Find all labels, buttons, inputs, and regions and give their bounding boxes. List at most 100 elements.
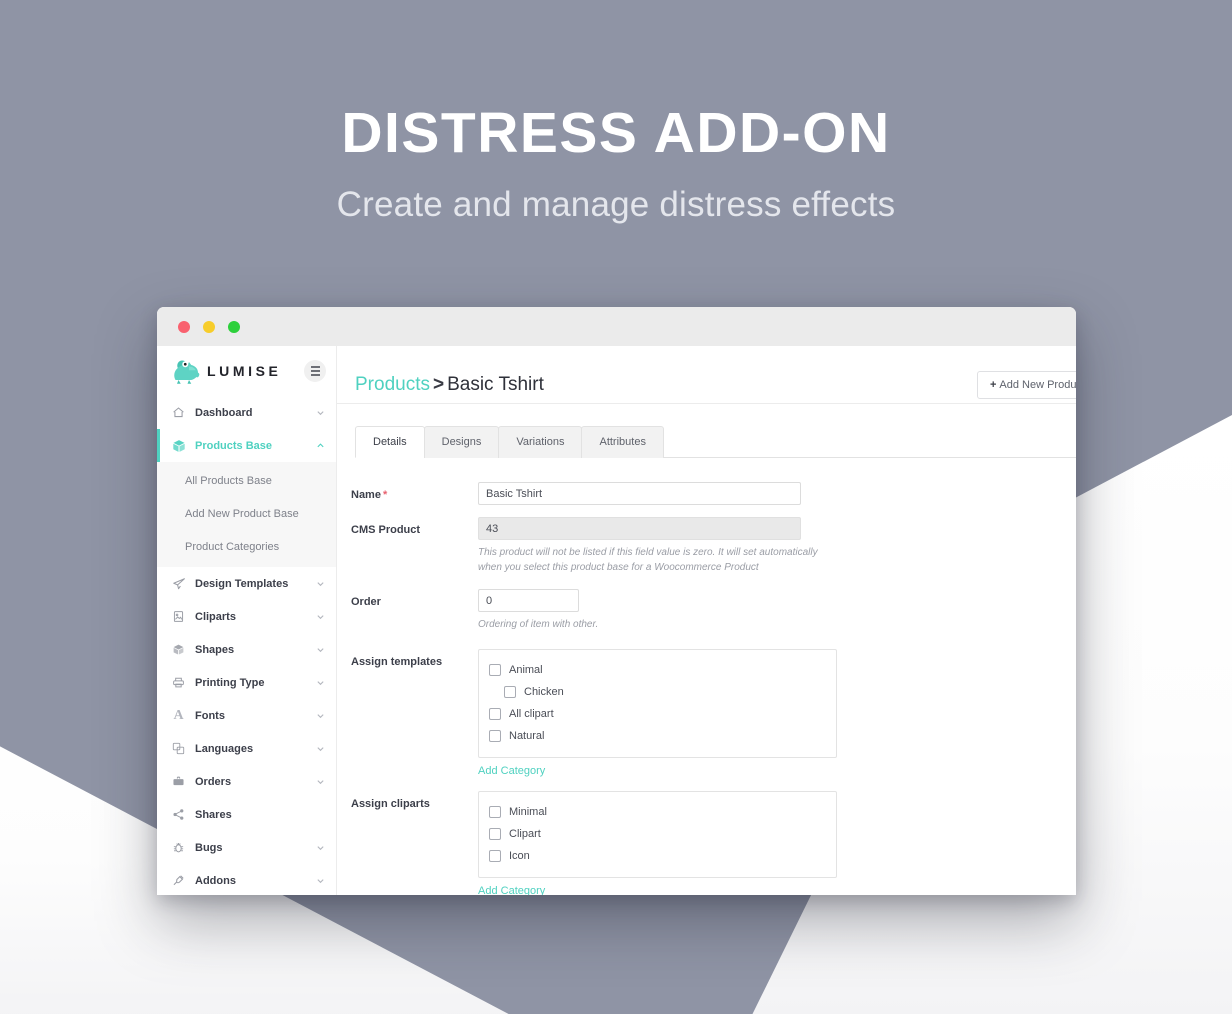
checkbox-minimal[interactable]: Minimal [489,801,826,823]
assign-templates-label: Assign templates [351,655,443,668]
checkbox-label: Natural [509,729,545,742]
chevron-down-icon [316,843,325,852]
checkbox-animal[interactable]: Animal [489,659,826,681]
breadcrumb: Products > Basic Tshirt [355,374,544,396]
maximize-dot[interactable] [228,320,240,333]
chevron-down-icon [316,876,325,885]
checkbox-chicken[interactable]: Chicken [489,681,826,703]
checkbox-all-clipart[interactable]: All clipart [489,703,826,725]
chevron-down-icon [316,612,325,621]
tab-attributes[interactable]: Attributes [581,426,664,458]
minimize-dot[interactable] [203,320,215,333]
checkbox-label: All clipart [509,707,554,720]
sidebar-item-shares[interactable]: Shares [157,798,336,831]
sidebar-item-label: Languages [195,742,254,755]
checkbox-box-icon[interactable] [489,707,501,720]
products-base-submenu: All Products Base Add New Product Base P… [157,462,336,567]
checkbox-label: Clipart [509,827,541,840]
plug-icon [171,873,186,888]
briefcase-icon [171,774,186,789]
assign-templates-panel: Animal Chicken All clipart Natural [478,648,837,758]
sidebar-item-dashboard[interactable]: Dashboard [157,396,336,429]
main-content: Products>Basic Tshirt +Add New Product D… [337,346,1076,895]
checkbox-icon[interactable]: Icon [489,845,826,867]
breadcrumb-root-link[interactable]: Products [355,374,430,395]
browser-window: LUMISE Dashboard Products Base All Produ… [157,307,1076,895]
window-titlebar [157,307,1076,346]
sidebar-subitem-add-new-product-base[interactable]: Add New Product Base [157,497,336,530]
checkbox-label: Animal [509,663,543,676]
checkbox-box-icon[interactable] [489,805,501,818]
sidebar-item-label: Fonts [195,709,225,722]
hamburger-icon[interactable] [304,360,326,382]
tab-designs[interactable]: Designs [423,426,500,458]
sidebar-item-shapes[interactable]: Shapes [157,633,336,666]
order-label: Order [351,596,381,608]
sidebar-item-addons[interactable]: Addons [157,864,336,895]
sidebar-item-printing-type[interactable]: Printing Type [157,666,336,699]
form-row-assign-templates: Assign templates Animal Chicken All clip… [351,648,1076,779]
sidebar-item-fonts[interactable]: A Fonts [157,699,336,732]
name-label-text: Name [351,489,381,501]
chevron-up-icon [316,441,325,450]
image-icon [171,609,186,624]
sidebar-item-label: Products Base [195,439,273,452]
sidebar-item-orders[interactable]: Orders [157,765,336,798]
form-row-cms-product: CMS Product 43 This product will not be … [351,517,1076,575]
sidebar-item-label: Orders [195,775,232,788]
order-input[interactable]: 0 [478,589,579,612]
checkbox-box-icon[interactable] [504,685,516,698]
tab-variations[interactable]: Variations [498,426,583,458]
breadcrumb-current: Basic Tshirt [447,373,544,395]
close-dot[interactable] [178,320,190,333]
home-icon [171,405,186,420]
brand-name: LUMISE [207,363,282,379]
sidebar-item-languages[interactable]: Languages [157,732,336,765]
checkbox-box-icon[interactable] [489,827,501,840]
sidebar-item-design-templates[interactable]: Design Templates [157,567,336,600]
hero-section: DISTRESS ADD-ON Create and manage distre… [0,105,1232,225]
tab-bar: Details Designs Variations Attributes [355,425,1076,458]
hero-subtitle: Create and manage distress effects [336,185,896,224]
add-new-product-label: Add New Product [999,378,1076,391]
chevron-down-icon [316,678,325,687]
sidebar-item-label: Addons [195,874,236,887]
name-input[interactable]: Basic Tshirt [478,482,801,505]
checkbox-box-icon[interactable] [489,729,501,742]
add-category-link-cliparts[interactable]: Add Category [478,885,545,896]
language-icon [171,741,186,756]
sidebar: LUMISE Dashboard Products Base All Produ… [157,346,337,895]
sidebar-item-label: Dashboard [195,406,253,419]
sidebar-item-cliparts[interactable]: Cliparts [157,600,336,633]
chevron-down-icon [316,744,325,753]
cms-product-label: CMS Product [351,524,421,536]
checkbox-box-icon[interactable] [489,849,501,862]
checkbox-natural[interactable]: Natural [489,725,826,747]
form-row-assign-cliparts: Assign cliparts Minimal Clipart Icon Add… [351,790,1076,896]
assign-templates-field-wrap: Animal Chicken All clipart Natural Add C… [478,648,1076,779]
share-icon [171,807,186,822]
name-label: Name * [351,482,478,505]
cms-product-hint: This product will not be listed if this … [478,547,818,573]
font-a-icon: A [173,707,184,723]
cms-product-field-wrap: 43 This product will not be listed if th… [478,517,1076,575]
details-form: Name * Basic Tshirt CMS Product 43 This p… [337,458,1076,895]
tab-details[interactable]: Details [355,426,425,458]
sidebar-item-label: Design Templates [195,577,289,590]
sidebar-item-label: Bugs [195,841,223,854]
brand-header: LUMISE [157,346,336,396]
sidebar-subitem-product-categories[interactable]: Product Categories [157,530,336,563]
sidebar-item-products-base[interactable]: Products Base [157,429,336,462]
sidebar-item-bugs[interactable]: Bugs [157,831,336,864]
add-category-link-templates[interactable]: Add Category [478,765,545,777]
cms-product-input[interactable]: 43 [478,517,801,540]
checkbox-clipart[interactable]: Clipart [489,823,826,845]
bug-icon [171,840,186,855]
chevron-down-icon [316,645,325,654]
order-hint: Ordering of item with other. [478,619,599,630]
sidebar-item-label: Printing Type [195,676,265,689]
add-new-product-button[interactable]: +Add New Product [976,370,1076,399]
sidebar-subitem-all-products-base[interactable]: All Products Base [157,464,336,497]
checkbox-box-icon[interactable] [489,663,501,676]
window-body: LUMISE Dashboard Products Base All Produ… [157,346,1076,895]
